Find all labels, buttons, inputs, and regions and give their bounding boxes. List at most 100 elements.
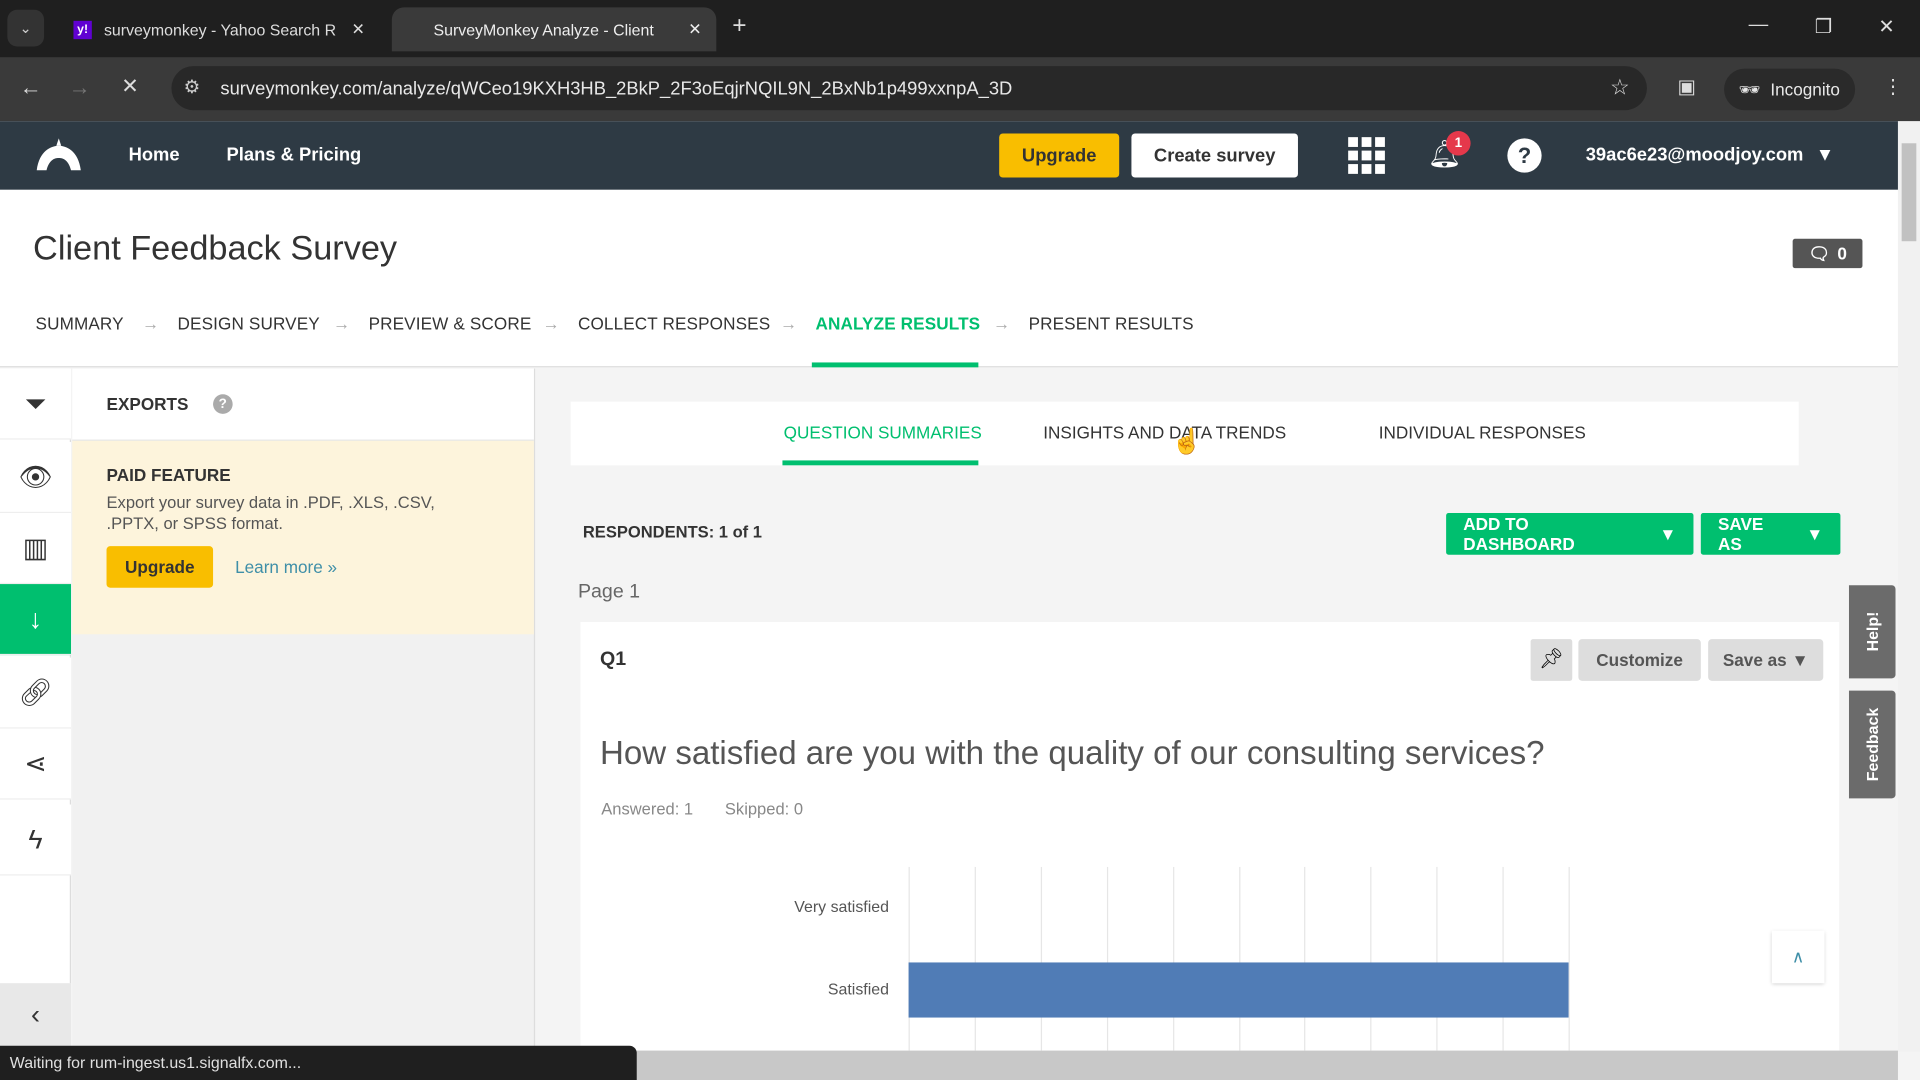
comments-count: 0 (1837, 243, 1847, 264)
minimize-icon[interactable]: — (1749, 15, 1769, 37)
question-id: Q1 (600, 648, 627, 670)
help-icon[interactable]: ? (1507, 138, 1542, 173)
category-label: Very satisfied (794, 897, 889, 916)
gridline (1238, 866, 1240, 1051)
tab-question-summaries[interactable]: QUESTION SUMMARIES (784, 422, 982, 442)
page-scrollbar[interactable] (1897, 121, 1920, 1052)
caret-down-icon: ▼ (1791, 650, 1809, 670)
tab-individual-responses[interactable]: INDIVIDUAL RESPONSES (1379, 422, 1586, 442)
arrow-right-icon: → (993, 313, 1011, 334)
nav-home[interactable]: Home (129, 144, 180, 165)
question-save-as-button[interactable]: Save as ▼ (1708, 639, 1824, 681)
browser-tab-surveymonkey[interactable]: SurveyMonkey Analyze - Client ✕ (391, 7, 717, 52)
browser-menu-icon[interactable]: ⋮ (1883, 75, 1903, 99)
response-bar-chart (908, 866, 1570, 1051)
collapse-panel-icon[interactable]: ‹ (0, 983, 72, 1047)
exports-upgrade-button[interactable]: Upgrade (106, 546, 214, 588)
step-collect-responses[interactable]: COLLECT RESPONSES (578, 313, 770, 333)
exports-title: EXPORTS (106, 394, 189, 414)
restore-icon[interactable]: ❐ (1815, 15, 1833, 39)
paid-feature-box: PAID FEATURE Export your survey data in … (72, 440, 534, 635)
surveymonkey-logo[interactable] (34, 138, 83, 172)
step-preview-score[interactable]: PREVIEW & SCORE (369, 313, 532, 333)
customize-button[interactable]: Customize (1578, 639, 1701, 681)
create-survey-button[interactable]: Create survey (1131, 133, 1298, 178)
arrow-right-icon: → (780, 313, 798, 334)
comments-button[interactable]: 🗨︎ 0 (1792, 238, 1863, 269)
apps-grid-icon[interactable] (1348, 137, 1385, 174)
incognito-label: Incognito (1770, 79, 1840, 100)
side-panel-icon[interactable]: ▣ (1678, 75, 1697, 99)
page-label: Page 1 (577, 581, 641, 603)
browser-status-bar: Waiting for rum-ingest.us1.signalfx.com.… (0, 1045, 637, 1080)
incognito-indicator[interactable]: 🕶 Incognito (1724, 68, 1855, 111)
survey-header: Client Feedback Survey 🗨︎ 0 (0, 189, 1898, 368)
gridline (1370, 866, 1372, 1051)
exports-panel: EXPORTS ? PAID FEATURE Export your surve… (72, 368, 536, 1049)
add-dashboard-label: ADD TO DASHBOARD (1463, 514, 1575, 554)
help-icon[interactable]: ? (212, 394, 233, 414)
browser-tab-yahoo[interactable]: y! surveymonkey - Yahoo Search R ✕ (59, 7, 380, 51)
close-window-icon[interactable]: ✕ (1878, 15, 1894, 39)
arrow-right-icon: → (333, 313, 351, 334)
site-info-icon[interactable]: ⚙ (184, 76, 200, 98)
paid-feature-desc: Export your survey data in .PDF, .XLS, .… (106, 493, 435, 533)
new-tab-icon[interactable]: + (732, 12, 746, 40)
caret-down-icon: ▼ (1659, 524, 1677, 544)
upgrade-button[interactable]: Upgrade (999, 133, 1120, 178)
filter-icon[interactable]: ⏷ (0, 368, 72, 440)
nav-plans-pricing[interactable]: Plans & Pricing (227, 144, 362, 165)
comment-icon: 🗨︎ (1808, 243, 1830, 263)
save-as-label: SAVE AS (1717, 514, 1764, 554)
respondents-count: RESPONDENTS: 1 of 1 (582, 522, 762, 542)
bar-satisfied (908, 962, 1569, 1018)
active-step-underline (811, 362, 979, 368)
tab-insights-data-trends[interactable]: INSIGHTS AND DATA TRENDS (1043, 422, 1286, 442)
learn-more-link[interactable]: Learn more » (235, 557, 337, 577)
help-side-tab[interactable]: Help! (1848, 585, 1896, 679)
stop-loading-icon[interactable]: ✕ (121, 75, 138, 99)
notification-badge: 1 (1446, 131, 1471, 156)
tool-rail: ⏷ 👁︎ ▥ ↓ 🔗︎ ⋖ ϟ (0, 368, 72, 984)
lightning-icon[interactable]: ϟ (0, 804, 72, 876)
yahoo-favicon-icon: y! (73, 20, 92, 39)
scroll-to-top-button[interactable]: ∧ (1771, 930, 1825, 984)
tab-title: SurveyMonkey Analyze - Client (433, 20, 654, 39)
gridline (1502, 866, 1504, 1051)
share-icon[interactable]: ⋖ (0, 728, 72, 800)
close-tab-icon[interactable]: ✕ (688, 20, 701, 40)
arrow-right-icon: → (542, 313, 560, 334)
address-bar-row: ← → ✕ ⚙ surveymonkey.com/analyze/qWCeo19… (0, 57, 1920, 122)
account-email: 39ac6e23@moodjoy.com (1585, 144, 1804, 166)
bookmark-star-icon[interactable]: ☆ (1610, 75, 1630, 101)
saved-views-icon[interactable]: ▥ (0, 513, 72, 585)
back-icon[interactable]: ← (20, 75, 42, 101)
gridline (1106, 866, 1108, 1051)
chart-category-labels: Very satisfied Satisfied (703, 867, 889, 1051)
arrow-right-icon: → (142, 313, 160, 334)
browser-tab-bar: ⌄ y! surveymonkey - Yahoo Search R ✕ Sur… (0, 0, 1920, 58)
eye-icon[interactable]: 👁︎ (0, 442, 72, 514)
link-icon[interactable]: 🔗︎ (0, 657, 72, 729)
gridline (1172, 866, 1174, 1051)
gridline (1304, 866, 1306, 1051)
add-to-dashboard-button[interactable]: ADD TO DASHBOARD ▼ (1446, 513, 1694, 555)
question-card: Q1 📌︎ Customize Save as ▼ How satisfied a… (580, 622, 1840, 1051)
feedback-side-tab[interactable]: Feedback (1848, 690, 1896, 799)
close-tab-icon[interactable]: ✕ (352, 20, 365, 40)
step-summary[interactable]: SUMMARY (36, 313, 124, 333)
pin-icon[interactable]: 📌︎ (1530, 639, 1573, 681)
url-input[interactable]: ⚙ surveymonkey.com/analyze/qWCeo19KXH3HB… (171, 66, 1647, 111)
save-as-button[interactable]: SAVE AS ▼ (1700, 513, 1841, 555)
account-menu[interactable]: 39ac6e23@moodjoy.com ▼ (1586, 144, 1834, 165)
step-present-results[interactable]: PRESENT RESULTS (1029, 313, 1194, 333)
caret-down-icon: ▼ (1806, 524, 1824, 544)
forward-icon[interactable]: → (69, 75, 91, 101)
category-label: Satisfied (827, 979, 889, 998)
url-text: surveymonkey.com/analyze/qWCeo19KXH3HB_2… (220, 77, 1013, 99)
step-analyze-results[interactable]: ANALYZE RESULTS (816, 313, 981, 333)
step-design-survey[interactable]: DESIGN SURVEY (178, 313, 320, 333)
download-icon[interactable]: ↓ (0, 584, 72, 656)
tab-search-button[interactable]: ⌄ (7, 9, 45, 47)
gridline (974, 866, 976, 1051)
